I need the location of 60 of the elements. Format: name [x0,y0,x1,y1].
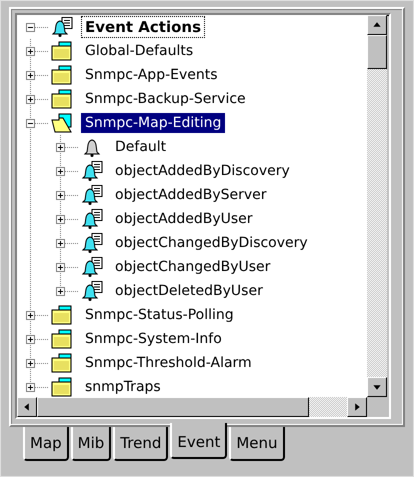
folder-icon [51,353,73,373]
scroll-left-button[interactable] [17,397,37,417]
expander-icon[interactable] [26,358,35,368]
tree-item[interactable]: objectAddedByServer [111,185,271,205]
vertical-scrollbar[interactable] [367,15,387,397]
expander-icon[interactable] [56,238,65,248]
expander-icon[interactable] [26,46,35,56]
expander-icon[interactable] [56,286,65,296]
expander-icon[interactable] [56,190,65,200]
expander-icon[interactable] [56,262,65,272]
bell-document-icon [81,281,103,301]
tab[interactable]: Event [170,423,228,459]
scroll-right-button[interactable] [347,397,367,417]
bell-document-icon [81,257,103,277]
bell-document-icon [81,185,103,205]
folder-icon [51,305,73,325]
tab[interactable]: Trend [113,427,168,461]
tree-item[interactable]: snmpTraps [81,377,165,397]
tree-item[interactable]: Global-Defaults [81,41,198,61]
folder-icon [51,65,73,85]
tree-item[interactable]: Snmpc-App-Events [81,65,222,85]
expander-icon[interactable] [56,142,65,152]
open-folder-icon[interactable] [51,113,73,133]
folder-icon [51,41,73,61]
bell-document-icon [81,209,103,229]
tree-item[interactable]: Snmpc-System-Info [81,329,226,349]
scroll-thumb[interactable] [37,397,309,417]
tree-item[interactable]: Snmpc-Backup-Service [81,89,250,109]
tree-item[interactable]: objectAddedByUser [111,209,257,229]
expander-icon[interactable] [56,166,65,176]
scroll-up-button[interactable] [367,15,387,35]
tree-item[interactable]: objectAddedByDiscovery [111,161,294,181]
bell-icon [81,137,103,157]
tree-item[interactable]: Default [111,137,170,157]
expander-icon[interactable] [26,22,35,32]
bell-document-icon [81,161,103,181]
scroll-down-button[interactable] [367,377,387,397]
expander-icon[interactable] [26,382,35,392]
expander-icon[interactable] [26,70,35,80]
expander-icon[interactable] [26,118,35,128]
tree-item[interactable]: Event Actions [81,16,205,38]
tree-item[interactable]: objectChangedByDiscovery [111,233,312,253]
expander-icon[interactable] [56,214,65,224]
tree-item[interactable]: objectDeletedByUser [111,281,267,301]
folder-icon [51,329,73,349]
tab[interactable]: Mib [70,427,112,461]
folder-icon [51,89,73,109]
expander-icon[interactable] [26,334,35,344]
tree-item[interactable]: Snmpc-Map-Editing [81,113,226,133]
tab[interactable]: Menu [229,427,285,461]
expander-icon[interactable] [26,310,35,320]
tab[interactable]: Map [23,427,69,461]
expander-icon[interactable] [26,94,35,104]
folder-icon [51,377,73,397]
tree-item[interactable]: objectChangedByUser [111,257,274,277]
horizontal-scrollbar[interactable] [17,397,367,417]
tree-item[interactable]: Snmpc-Status-Polling [81,305,238,325]
bell-document-icon [81,233,103,253]
scroll-thumb[interactable] [367,35,387,69]
tree-item[interactable]: Snmpc-Threshold-Alarm [81,353,256,373]
